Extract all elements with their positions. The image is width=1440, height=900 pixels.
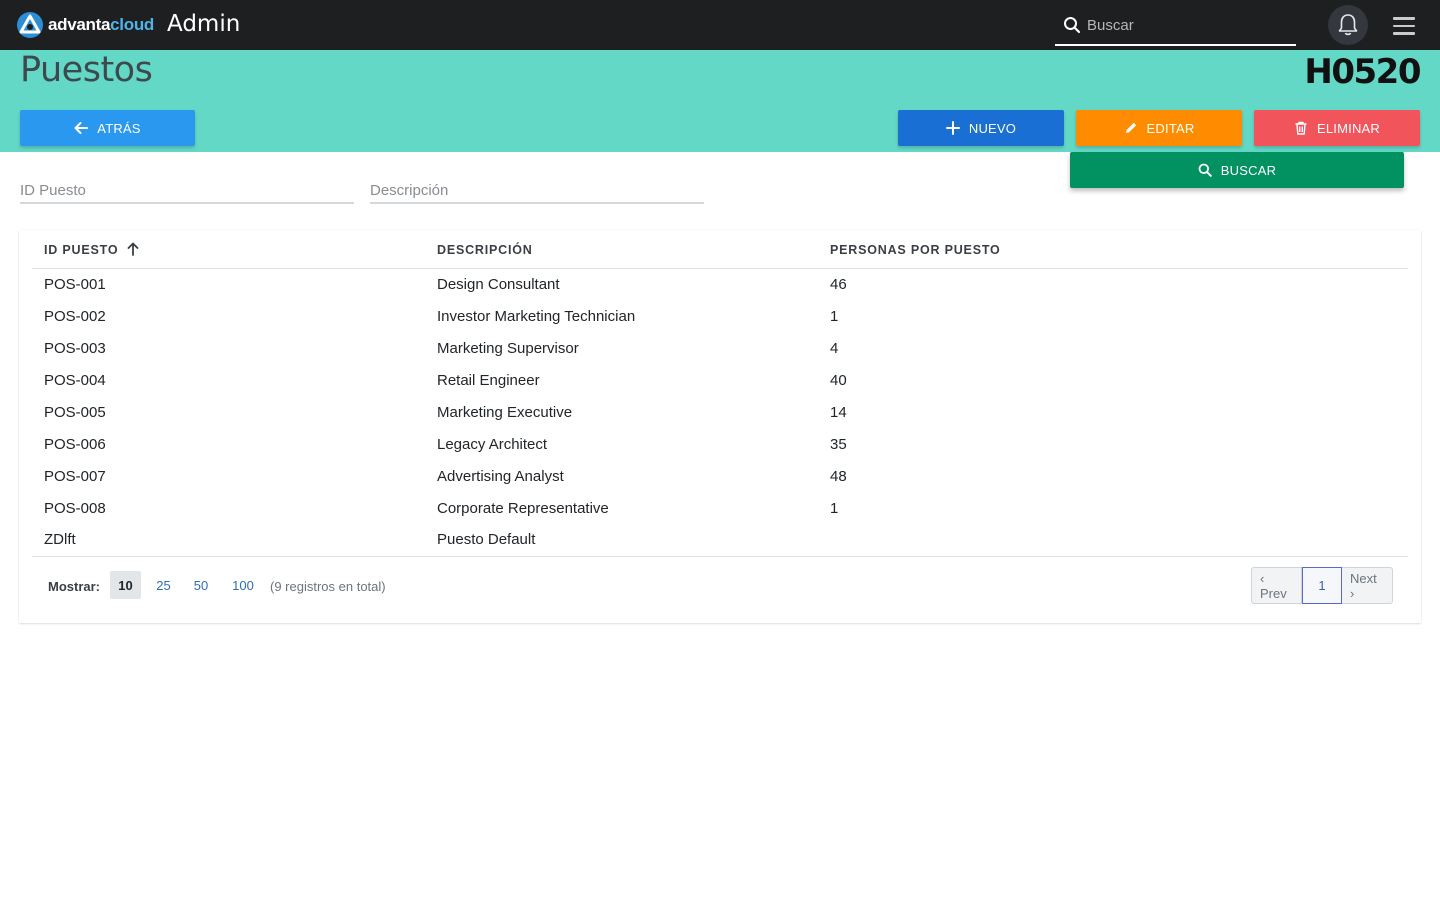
positions-table-card: ID PUESTO DESCRIPCIÓN PERSONAS POR PUEST… [19, 230, 1421, 623]
edit-button-label: EDITAR [1146, 120, 1195, 136]
cell-description: Advertising Analyst [437, 467, 564, 485]
cell-count: 40 [830, 371, 847, 389]
next-page-button[interactable]: Next › [1342, 568, 1392, 603]
page-size-10[interactable]: 10 [110, 571, 141, 599]
screen-code: H0520 [1304, 52, 1421, 92]
hamburger-line [1393, 17, 1415, 20]
table-footer: Mostrar: 10 25 50 100 (9 registros en to… [19, 567, 1421, 607]
table-row[interactable]: POS-007 Advertising Analyst 48 [32, 460, 1408, 492]
table-header-row: ID PUESTO DESCRIPCIÓN PERSONAS POR PUEST… [32, 230, 1408, 269]
column-header-count[interactable]: PERSONAS POR PUESTO [818, 230, 1408, 269]
table-row[interactable]: POS-004 Retail Engineer 40 [32, 364, 1408, 396]
table-body: POS-001 Design Consultant 46 POS-002 Inv… [32, 268, 1408, 557]
cell-id: POS-003 [44, 339, 106, 357]
new-button-label: NUEVO [968, 120, 1017, 136]
cell-id: POS-008 [44, 499, 106, 517]
cell-count: 48 [830, 467, 847, 485]
back-button[interactable]: ATRÁS [20, 110, 195, 146]
search-button-label: BUSCAR [1220, 162, 1277, 178]
table-row[interactable]: POS-003 Marketing Supervisor 4 [32, 332, 1408, 364]
hamburger-menu-button[interactable] [1393, 17, 1415, 35]
id-filter-input[interactable] [20, 178, 354, 202]
page-header: Puestos H0520 ATRÁS NUEVO EDITAR ELIMINA… [0, 50, 1440, 152]
trash-icon [1295, 121, 1307, 135]
bell-icon [1338, 14, 1358, 36]
delete-button[interactable]: ELIMINAR [1254, 110, 1420, 146]
current-page-button[interactable]: 1 [1302, 567, 1342, 604]
column-header-id[interactable]: ID PUESTO [32, 230, 425, 269]
notifications-button[interactable] [1328, 5, 1368, 45]
arrow-left-icon [74, 122, 89, 134]
hamburger-line [1393, 24, 1415, 27]
search-button[interactable]: BUSCAR [1070, 152, 1404, 188]
back-button-label: ATRÁS [97, 120, 141, 136]
table-row[interactable]: POS-006 Legacy Architect 35 [32, 428, 1408, 460]
cell-id: POS-002 [44, 307, 106, 325]
column-header-count-label: PERSONAS POR PUESTO [830, 242, 1001, 257]
plus-icon [945, 121, 960, 135]
hamburger-line [1393, 32, 1415, 35]
table-row[interactable]: POS-001 Design Consultant 46 [32, 268, 1408, 300]
global-search-input[interactable] [1087, 12, 1287, 38]
cell-description: Puesto Default [425, 524, 818, 557]
brand-name: advantacloud [48, 15, 154, 35]
page-size-50[interactable]: 50 [187, 571, 215, 599]
cell-id: POS-006 [44, 435, 106, 453]
cell-description: Legacy Architect [437, 435, 548, 453]
search-icon [1064, 17, 1081, 34]
description-filter-input[interactable] [370, 178, 704, 202]
id-filter-field [20, 178, 354, 204]
page-size-label: Mostrar: [48, 579, 101, 594]
cell-count [818, 524, 1408, 557]
brand-logo-icon [17, 12, 43, 38]
cell-count: 35 [830, 435, 847, 453]
cell-id: POS-004 [44, 371, 106, 389]
column-header-description[interactable]: DESCRIPCIÓN [425, 230, 818, 269]
cell-count: 46 [830, 275, 847, 293]
cell-count: 1 [830, 499, 839, 517]
cell-count: 4 [830, 339, 839, 357]
cell-description: Marketing Executive [437, 403, 573, 421]
table-row[interactable]: POS-002 Investor Marketing Technician 1 [32, 300, 1408, 332]
column-header-id-label: ID PUESTO [44, 242, 119, 257]
search-icon [1198, 163, 1212, 177]
table-row[interactable]: ZDlft Puesto Default [32, 524, 1408, 557]
cell-id: POS-005 [44, 403, 106, 421]
cell-description: Retail Engineer [437, 371, 540, 389]
edit-button[interactable]: EDITAR [1076, 110, 1242, 146]
positions-table: ID PUESTO DESCRIPCIÓN PERSONAS POR PUEST… [32, 230, 1408, 557]
brand-name-part2: cloud [110, 15, 154, 34]
brand-logo[interactable]: advantacloud [16, 11, 154, 39]
delete-button-label: ELIMINAR [1316, 120, 1380, 136]
page-size-100[interactable]: 100 [227, 571, 259, 599]
cell-description: Marketing Supervisor [437, 339, 579, 357]
table-row[interactable]: POS-008 Corporate Representative 1 [32, 492, 1408, 524]
cell-description: Corporate Representative [437, 499, 609, 517]
table-row[interactable]: POS-005 Marketing Executive 14 [32, 396, 1408, 428]
top-navbar: advantacloud Admin [0, 0, 1440, 50]
cell-count: 14 [830, 403, 847, 421]
description-filter-field [370, 178, 704, 204]
arrow-up-icon [127, 242, 139, 256]
prev-page-button[interactable]: ‹ Prev [1252, 568, 1302, 603]
cell-id: ZDlft [32, 524, 425, 557]
pencil-icon [1125, 122, 1136, 133]
cell-description: Investor Marketing Technician [437, 307, 636, 325]
new-button[interactable]: NUEVO [898, 110, 1064, 146]
page-size-25[interactable]: 25 [150, 571, 177, 599]
global-search [1055, 6, 1296, 46]
total-records: (9 registros en total) [270, 579, 386, 594]
app-title: Admin [167, 11, 241, 37]
pagination: ‹ Prev 1 Next › [1251, 567, 1393, 604]
cell-count: 1 [830, 307, 839, 325]
brand-name-part1: advanta [48, 15, 111, 34]
column-header-description-label: DESCRIPCIÓN [437, 242, 533, 257]
cell-description: Design Consultant [437, 275, 560, 293]
page-title: Puestos [20, 50, 153, 90]
cell-id: POS-007 [44, 467, 106, 485]
cell-id: POS-001 [44, 275, 106, 293]
